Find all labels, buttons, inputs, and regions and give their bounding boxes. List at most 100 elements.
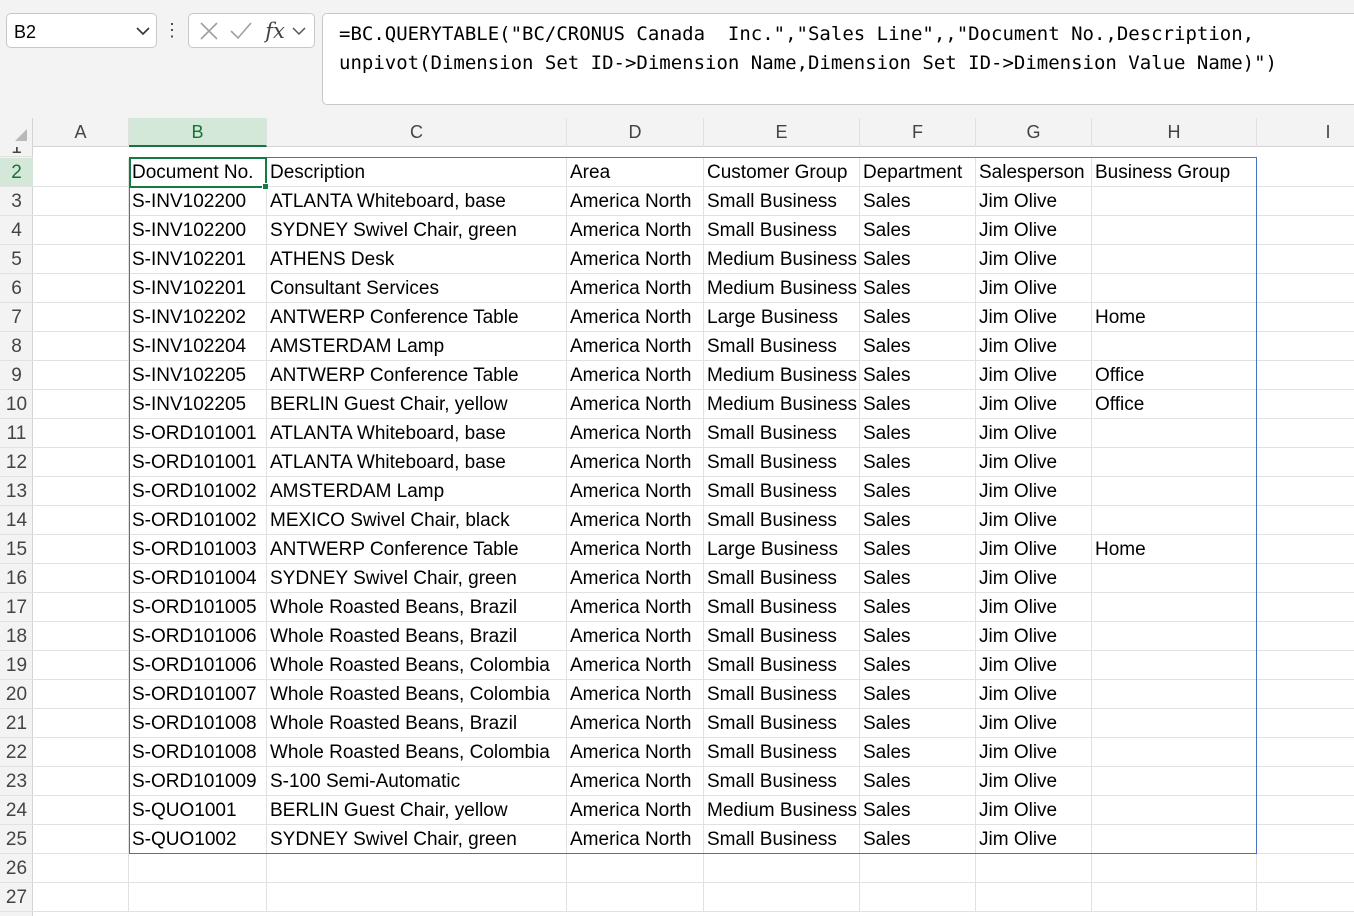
empty-cell[interactable]	[860, 883, 976, 912]
row-header-20[interactable]: 20	[0, 680, 33, 709]
empty-cell[interactable]	[33, 245, 129, 274]
table-cell[interactable]: America North	[567, 796, 704, 825]
fill-handle[interactable]	[262, 183, 269, 190]
select-all-icon[interactable]	[15, 129, 27, 141]
table-cell[interactable]: AMSTERDAM Lamp	[267, 332, 567, 361]
table-cell[interactable]: Consultant Services	[267, 274, 567, 303]
empty-cell[interactable]	[33, 419, 129, 448]
table-cell[interactable]: S-INV102202	[129, 303, 267, 332]
table-cell[interactable]: Sales	[860, 622, 976, 651]
table-cell[interactable]: Jim Olive	[976, 651, 1092, 680]
table-header-cell[interactable]: Department	[860, 158, 976, 187]
table-cell[interactable]: America North	[567, 303, 704, 332]
table-cell[interactable]: Small Business	[704, 680, 860, 709]
table-cell[interactable]: Jim Olive	[976, 767, 1092, 796]
table-cell[interactable]: America North	[567, 361, 704, 390]
empty-cell[interactable]	[1257, 651, 1354, 680]
column-header-i[interactable]: I	[1257, 118, 1354, 147]
empty-cell[interactable]	[33, 477, 129, 506]
empty-cell[interactable]	[1257, 477, 1354, 506]
table-cell[interactable]: MEXICO Swivel Chair, black	[267, 506, 567, 535]
table-cell[interactable]: S-ORD101004	[129, 564, 267, 593]
table-cell[interactable]	[1092, 448, 1257, 477]
select-all-corner[interactable]	[0, 118, 33, 147]
table-cell[interactable]: S-QUO1002	[129, 825, 267, 854]
table-cell[interactable]: Small Business	[704, 767, 860, 796]
table-header-cell[interactable]: Business Group	[1092, 158, 1257, 187]
table-cell[interactable]	[1092, 419, 1257, 448]
table-cell[interactable]: S-INV102201	[129, 245, 267, 274]
empty-cell[interactable]	[33, 506, 129, 535]
empty-cell[interactable]	[567, 883, 704, 912]
row-header-13[interactable]: 13	[0, 477, 33, 506]
table-cell[interactable]: S-ORD101001	[129, 448, 267, 477]
table-cell[interactable]: Home	[1092, 303, 1257, 332]
empty-cell[interactable]	[1257, 419, 1354, 448]
row-header-27[interactable]: 27	[0, 883, 33, 912]
row-header-1[interactable]: 1	[0, 147, 33, 157]
formula-text[interactable]: =BC.QUERYTABLE("BC/CRONUS Canada Inc.","…	[339, 20, 1354, 78]
empty-cell[interactable]	[1257, 187, 1354, 216]
empty-cell[interactable]	[1257, 564, 1354, 593]
table-cell[interactable]: S-INV102201	[129, 274, 267, 303]
empty-cell[interactable]	[1257, 883, 1354, 912]
table-cell[interactable]: SYDNEY Swivel Chair, green	[267, 825, 567, 854]
table-cell[interactable]: Small Business	[704, 593, 860, 622]
table-cell[interactable]: America North	[567, 622, 704, 651]
table-cell[interactable]: Large Business	[704, 303, 860, 332]
table-cell[interactable]: Jim Olive	[976, 477, 1092, 506]
table-cell[interactable]: S-ORD101006	[129, 622, 267, 651]
table-cell[interactable]: Sales	[860, 680, 976, 709]
row-header-5[interactable]: 5	[0, 245, 33, 274]
column-header-h[interactable]: H	[1092, 118, 1257, 147]
empty-cell[interactable]	[1257, 506, 1354, 535]
column-header-c[interactable]: C	[267, 118, 567, 147]
empty-cell[interactable]	[1257, 274, 1354, 303]
table-cell[interactable]	[1092, 216, 1257, 245]
table-cell[interactable]: S-100 Semi-Automatic	[267, 767, 567, 796]
empty-cell[interactable]	[33, 854, 129, 883]
table-cell[interactable]: Sales	[860, 245, 976, 274]
empty-cell[interactable]	[1257, 332, 1354, 361]
empty-cell[interactable]	[129, 883, 267, 912]
row-header-14[interactable]: 14	[0, 506, 33, 535]
row-header-24[interactable]: 24	[0, 796, 33, 825]
row-header-8[interactable]: 8	[0, 332, 33, 361]
empty-cell[interactable]	[976, 883, 1092, 912]
empty-cell[interactable]	[1092, 883, 1257, 912]
table-cell[interactable]: Small Business	[704, 477, 860, 506]
empty-cell[interactable]	[1257, 448, 1354, 477]
table-cell[interactable]: Sales	[860, 738, 976, 767]
row-header-9[interactable]: 9	[0, 361, 33, 390]
row-header-19[interactable]: 19	[0, 651, 33, 680]
table-cell[interactable]: ANTWERP Conference Table	[267, 303, 567, 332]
table-cell[interactable]: ATLANTA Whiteboard, base	[267, 448, 567, 477]
table-header-cell[interactable]: Area	[567, 158, 704, 187]
insert-function-icon[interactable]: fx	[261, 18, 289, 44]
table-cell[interactable]: ATHENS Desk	[267, 245, 567, 274]
table-cell[interactable]: America North	[567, 390, 704, 419]
table-cell[interactable]: Sales	[860, 651, 976, 680]
table-cell[interactable]: Medium Business	[704, 796, 860, 825]
table-cell[interactable]: Sales	[860, 274, 976, 303]
table-cell[interactable]: Whole Roasted Beans, Colombia	[267, 651, 567, 680]
table-cell[interactable]: S-QUO1001	[129, 796, 267, 825]
table-header-cell[interactable]: Customer Group	[704, 158, 860, 187]
table-cell[interactable]: S-ORD101006	[129, 651, 267, 680]
table-cell[interactable]: Jim Olive	[976, 419, 1092, 448]
empty-cell[interactable]	[704, 854, 860, 883]
table-cell[interactable]: Sales	[860, 303, 976, 332]
empty-cell[interactable]	[1257, 825, 1354, 854]
row-header-7[interactable]: 7	[0, 303, 33, 332]
table-cell[interactable]: America North	[567, 593, 704, 622]
table-cell[interactable]: S-INV102204	[129, 332, 267, 361]
table-cell[interactable]: Medium Business	[704, 390, 860, 419]
table-cell[interactable]: Jim Olive	[976, 796, 1092, 825]
table-cell[interactable]: Jim Olive	[976, 535, 1092, 564]
row-header-16[interactable]: 16	[0, 564, 33, 593]
column-header-b[interactable]: B	[129, 118, 267, 147]
empty-cell[interactable]	[33, 390, 129, 419]
table-cell[interactable]: Small Business	[704, 622, 860, 651]
table-cell[interactable]	[1092, 477, 1257, 506]
empty-cell[interactable]	[33, 883, 129, 912]
